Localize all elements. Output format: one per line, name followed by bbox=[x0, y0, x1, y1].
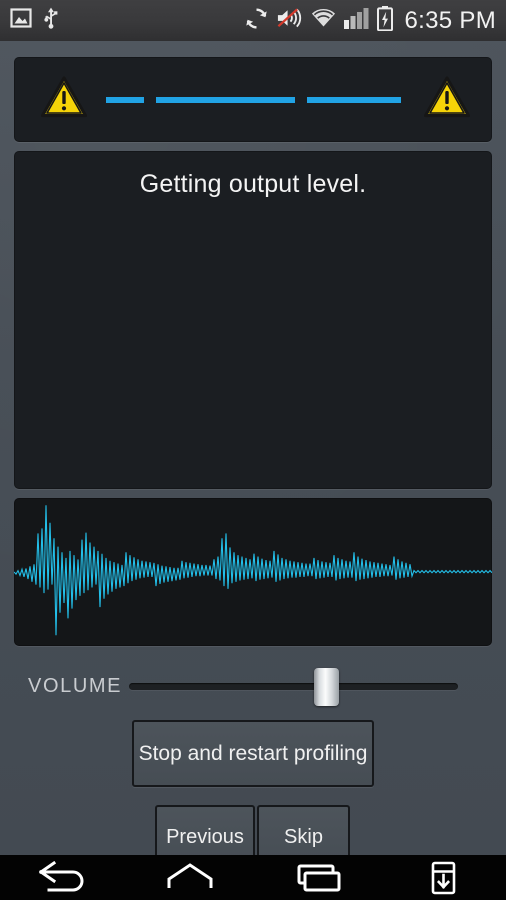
status-message-panel: Getting output level. bbox=[14, 151, 492, 489]
progress-segment bbox=[106, 97, 145, 103]
battery-charging-icon bbox=[376, 5, 393, 36]
progress-segments bbox=[106, 97, 401, 103]
progress-panel bbox=[14, 57, 492, 142]
volume-label: VOLUME bbox=[28, 674, 123, 697]
gallery-icon bbox=[10, 8, 32, 33]
volume-slider[interactable] bbox=[129, 660, 458, 712]
app-content: Getting output level. VOLUME Stop and re… bbox=[0, 41, 506, 869]
back-icon[interactable] bbox=[0, 855, 127, 900]
notification-panel-icon[interactable] bbox=[380, 855, 506, 900]
volume-muted-icon bbox=[276, 6, 303, 35]
stop-and-restart-profiling-button[interactable]: Stop and restart profiling bbox=[132, 720, 374, 787]
progress-segment bbox=[306, 97, 401, 103]
wifi-icon bbox=[310, 7, 337, 34]
status-bar-clock: 6:35 PM bbox=[404, 6, 496, 34]
waveform-plot bbox=[14, 505, 492, 636]
recents-icon[interactable] bbox=[253, 855, 380, 900]
status-message-text: Getting output level. bbox=[139, 170, 367, 198]
home-icon[interactable] bbox=[127, 855, 254, 900]
volume-control-row: VOLUME bbox=[14, 660, 492, 712]
status-bar: 6:35 PM bbox=[0, 0, 506, 41]
status-bar-right-icons: 6:35 PM bbox=[244, 5, 496, 36]
usb-icon bbox=[43, 7, 59, 34]
waveform-panel bbox=[14, 498, 492, 646]
volume-slider-thumb[interactable] bbox=[314, 668, 340, 706]
sync-icon bbox=[244, 6, 269, 36]
android-navigation-bar bbox=[0, 855, 506, 900]
warning-triangle-icon bbox=[40, 76, 88, 123]
cellular-signal-icon bbox=[343, 7, 370, 34]
progress-segment bbox=[156, 97, 295, 103]
volume-slider-track[interactable] bbox=[129, 683, 458, 690]
status-bar-left-icons bbox=[10, 7, 59, 34]
warning-triangle-icon bbox=[423, 76, 471, 123]
